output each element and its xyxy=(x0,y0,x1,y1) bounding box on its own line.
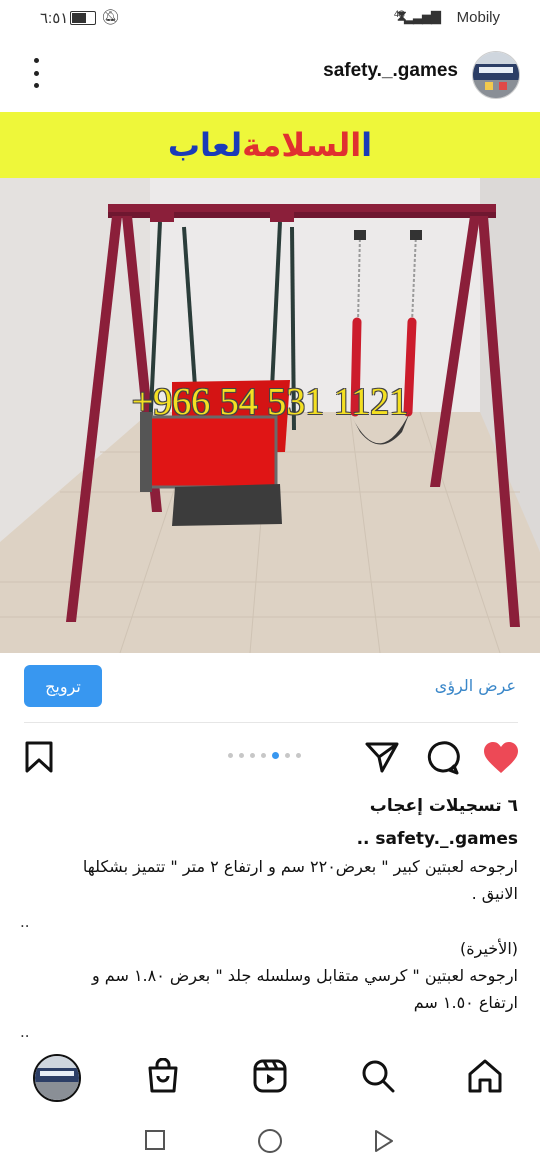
divider xyxy=(24,722,518,723)
caption-separator: .. xyxy=(20,913,30,931)
heart-icon[interactable] xyxy=(482,741,520,775)
caption-line: ارتفاع ١.٥٠ سم xyxy=(413,993,518,1012)
status-time: ٦:٥١ xyxy=(40,10,69,27)
caption-line: ارجوحه لعبتين " كرسي متقابل وسلسله جلد "… xyxy=(91,966,518,985)
share-icon[interactable] xyxy=(364,740,400,774)
post-username[interactable]: safety._.games xyxy=(323,60,458,82)
battery-icon xyxy=(70,11,96,25)
more-options-icon[interactable] xyxy=(26,58,46,88)
shop-icon[interactable] xyxy=(146,1058,180,1094)
view-insights-link[interactable]: عرض الرؤى xyxy=(435,676,516,695)
post-header: safety._.games xyxy=(0,48,540,102)
likes-count[interactable]: ٦ تسجيلات إعجاب xyxy=(370,796,518,816)
home-icon[interactable] xyxy=(466,1058,504,1094)
phone-overlay: +966 54 531 1121 xyxy=(131,381,409,423)
post-image[interactable]: االسلامةلعاب +966 54 531 1121 xyxy=(0,112,540,653)
caption-line: الانيق . xyxy=(471,884,518,903)
caption-line: (الأخيرة) xyxy=(460,939,518,958)
bottom-nav xyxy=(0,1046,540,1108)
reels-icon[interactable] xyxy=(252,1058,288,1094)
profile-avatar[interactable] xyxy=(33,1054,81,1102)
caption-line: ارجوحه لعبتين كبير " بعرض٢٢٠ سم و ارتفاع… xyxy=(82,857,518,876)
promote-button[interactable]: ترويج xyxy=(24,665,102,707)
caption-username[interactable]: safety._.games .. xyxy=(20,826,518,853)
search-icon[interactable] xyxy=(360,1058,396,1094)
carousel-indicator xyxy=(228,752,301,759)
recents-icon[interactable] xyxy=(144,1129,166,1151)
home-circle-icon[interactable] xyxy=(257,1128,283,1154)
comment-icon[interactable] xyxy=(424,740,460,776)
back-icon[interactable] xyxy=(373,1129,395,1153)
mute-icon: 🔕︎ xyxy=(101,9,121,26)
caption-separator: .. xyxy=(20,1023,30,1041)
system-nav-bar xyxy=(0,1112,540,1170)
avatar[interactable] xyxy=(472,51,520,99)
bookmark-icon[interactable] xyxy=(24,740,54,774)
carrier-name: Mobily xyxy=(456,9,500,26)
status-bar: ٦:٥١ 🔕︎ ⧗ 4G▂▃▅▇ Mobily xyxy=(0,0,540,36)
signal-icon: 4G▂▃▅▇ xyxy=(393,9,441,24)
banner-title: االسلامةلعاب xyxy=(167,126,373,164)
